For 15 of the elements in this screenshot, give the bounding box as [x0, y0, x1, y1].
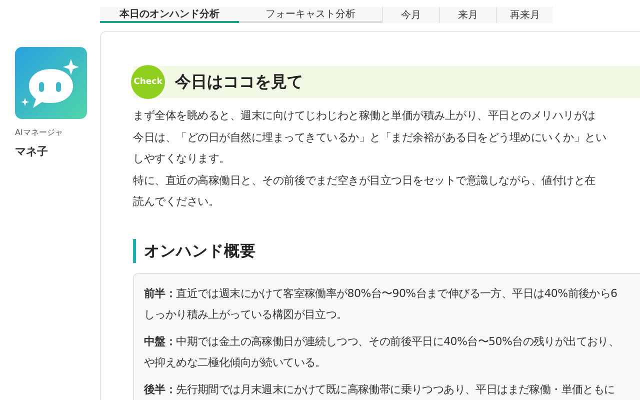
check-heading: 今日はココを見て: [175, 72, 303, 92]
overview-paragraph: 中盤：中期では金土の高稼働日が連続しつつ、その前後平日に40%台〜50%台の残りが出ており、 や抑えめな二極化傾向が続いている。: [144, 334, 620, 370]
check-paragraph: まず全体を眺めると、週末に向けてじわじわと稼働と単価が積み上がり、平日とのメリハリがは 今日は、「どの日が自然に埋まってきているか」と「まだ余裕がある日をどう埋めにいくか」とい しやすくなります。 特に、直近の高稼働日と、その前後でまだ空きが目立つ日をセットで意識しながら、値付けと在 読んでください。: [133, 108, 607, 210]
period-tab[interactable]: 来月: [439, 7, 496, 23]
period-tab[interactable]: 再来月: [496, 7, 553, 23]
analysis-tab[interactable]: フォーキャスト分析: [239, 7, 382, 23]
analysis-tab[interactable]: 本日のオンハンド分析: [100, 7, 239, 23]
overview-paragraph: 前半：直近では週末にかけて客室稼働率が80%台〜90%台まで伸びる一方、平日は40%前後から6 しっかり積み上がっている構図が目立つ。: [144, 286, 618, 322]
overview-heading: オンハンド概要: [133, 238, 640, 262]
assistant-role: AIマネージャ: [15, 127, 64, 138]
assistant-name: マネ子: [15, 144, 49, 159]
check-badge: Check: [131, 65, 165, 99]
period-tab[interactable]: 今月: [382, 7, 439, 23]
chat-bubble-logo-icon: [15, 47, 87, 119]
overview-paragraph: 後半：先行期間では月末週末にかけて既に高稼働帯に乗りつつあり、平日はまだ稼働・単価ともに: [144, 382, 616, 398]
